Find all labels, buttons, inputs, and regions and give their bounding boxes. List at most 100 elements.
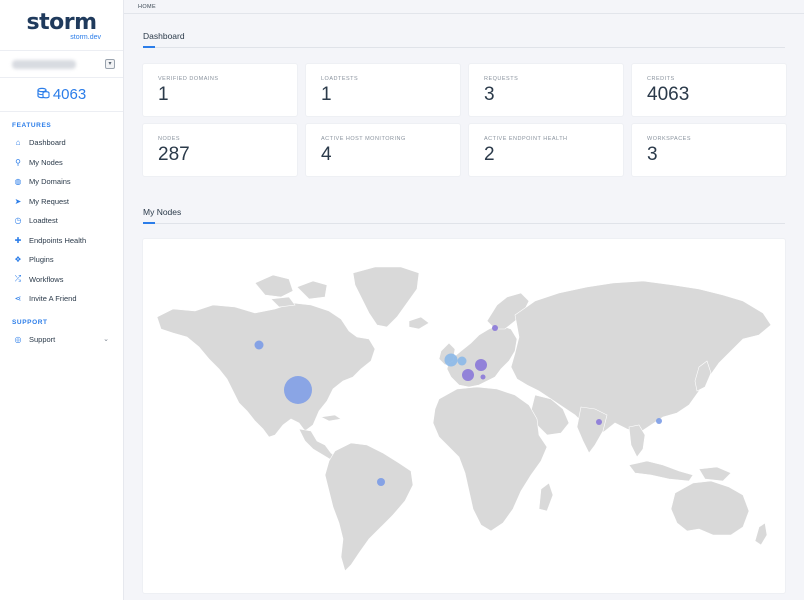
sidebar: storm storm.dev ▾ 4063 FEATURES ⌂ Dashboa…: [0, 0, 124, 600]
chevron-down-icon[interactable]: ▾: [105, 59, 115, 69]
land-iceland: [408, 316, 430, 330]
land-australia: [670, 480, 750, 536]
node-bubble-netherlands[interactable]: [457, 356, 467, 366]
node-bubble-usa[interactable]: [284, 376, 312, 404]
stat-card-value: 2: [484, 144, 495, 165]
land-south-america: [324, 442, 414, 572]
sidebar-item-plugins[interactable]: ❖ Plugins: [0, 250, 123, 270]
node-bubble-france[interactable]: [462, 369, 474, 381]
nodes-map-card: [143, 239, 785, 593]
node-bubble-canada[interactable]: [254, 340, 264, 350]
life-ring-icon: ◎: [14, 334, 22, 344]
stat-card-credits[interactable]: CREDITS 4063: [632, 64, 786, 116]
stat-card-value: 4: [321, 144, 332, 165]
stat-card-value: 3: [484, 84, 495, 105]
land-masses: [156, 266, 772, 572]
stat-card-nodes[interactable]: NODES 287: [143, 124, 297, 176]
node-bubble-germany[interactable]: [475, 359, 487, 371]
dashboard-divider: [143, 47, 785, 48]
stat-card-requests[interactable]: REQUESTS 3: [469, 64, 623, 116]
sidebar-item-label: Endpoints Health: [29, 235, 87, 245]
stat-card-value: 1: [158, 84, 169, 105]
stat-card-workspaces[interactable]: WORKSPACES 3: [632, 124, 786, 176]
sidebar-item-label: Support: [29, 334, 56, 344]
brand-logo[interactable]: storm storm.dev: [0, 0, 123, 48]
land-new-zealand: [754, 522, 768, 546]
breadcrumb: HOME: [124, 0, 804, 14]
clock-icon: ◷: [14, 216, 22, 226]
random-icon: ⤮: [14, 274, 22, 284]
stat-card-verified-domains[interactable]: VERIFIED DOMAINS 1: [143, 64, 297, 116]
sidebar-item-my-request[interactable]: ➤ My Request: [0, 192, 123, 212]
account-switcher[interactable]: ▾: [0, 50, 123, 78]
land-arctic-islands-2: [296, 280, 328, 300]
breadcrumb-home[interactable]: HOME: [138, 4, 156, 10]
globe-icon: ◍: [14, 177, 22, 187]
features-section-label: FEATURES: [12, 122, 52, 129]
land-new-guinea: [698, 466, 732, 482]
stat-card-value: 1: [321, 84, 332, 105]
land-madagascar: [538, 482, 554, 512]
sidebar-item-label: Workflows: [29, 274, 64, 284]
nodes-title: My Nodes: [143, 207, 182, 217]
land-indonesia: [628, 460, 694, 482]
nodes-accent: [143, 222, 155, 224]
chevron-down-icon[interactable]: ⌄: [103, 335, 109, 343]
land-greenland: [352, 266, 420, 328]
stat-card-value: 3: [647, 144, 658, 165]
world-map[interactable]: [143, 239, 785, 593]
land-north-america: [156, 302, 376, 438]
stat-card-label: CREDITS: [647, 76, 675, 82]
brand-subtitle: storm.dev: [70, 34, 101, 41]
medkit-icon: ✚: [14, 235, 22, 245]
stat-card-label: LOADTESTS: [321, 76, 359, 82]
stat-card-label: REQUESTS: [484, 76, 519, 82]
stat-card-value: 4063: [647, 84, 690, 105]
sidebar-item-label: My Nodes: [29, 157, 63, 167]
land-arctic-islands-3: [270, 296, 296, 308]
dashboard-title: Dashboard: [143, 31, 185, 41]
brand-name: storm: [26, 10, 98, 35]
home-icon: ⌂: [15, 138, 21, 148]
node-bubble-india[interactable]: [596, 419, 602, 425]
stat-card-value: 287: [158, 144, 190, 165]
land-africa: [432, 386, 548, 532]
sitemap-icon: ⚲: [15, 157, 21, 167]
sidebar-item-endpoints-health[interactable]: ✚ Endpoints Health: [0, 231, 123, 251]
credits-value: 4063: [52, 86, 87, 103]
dashboard-accent: [143, 46, 155, 48]
sidebar-item-support[interactable]: ◎ Support ⌄: [0, 330, 123, 350]
sidebar-item-workflows[interactable]: ⤮ Workflows: [0, 270, 123, 290]
sidebar-item-label: Invite A Friend: [29, 294, 77, 304]
sidebar-item-label: My Domains: [29, 177, 71, 187]
stat-card-label: ACTIVE HOST MONITORING: [321, 136, 406, 142]
sidebar-item-label: Loadtest: [29, 216, 58, 226]
sidebar-item-label: My Request: [29, 196, 70, 206]
sidebar-item-my-nodes[interactable]: ⚲ My Nodes: [0, 153, 123, 173]
stat-card-loadtests[interactable]: LOADTESTS 1: [306, 64, 460, 116]
node-bubble-brazil[interactable]: [377, 478, 385, 486]
stat-card-active-endpoint-health[interactable]: ACTIVE ENDPOINT HEALTH 2: [469, 124, 623, 176]
node-bubble-uk[interactable]: [444, 353, 458, 367]
nodes-divider: [143, 223, 785, 224]
node-bubble-hong-kong[interactable]: [656, 418, 662, 424]
stat-card-active-host-monitoring[interactable]: ACTIVE HOST MONITORING 4: [306, 124, 460, 176]
support-section-label: SUPPORT: [12, 318, 48, 326]
main-content: HOME Dashboard VERIFIED DOMAINS 1 LOADTEST…: [124, 0, 804, 600]
sidebar-item-label: Dashboard: [29, 138, 66, 148]
sidebar-item-loadtest[interactable]: ◷ Loadtest: [0, 211, 123, 231]
account-name-blurred: [12, 60, 76, 69]
stat-card-label: WORKSPACES: [647, 136, 692, 142]
coins-icon: [37, 87, 50, 102]
land-india: [576, 406, 608, 454]
stat-card-label: ACTIVE ENDPOINT HEALTH: [484, 136, 568, 142]
node-bubble-sweden[interactable]: [492, 325, 498, 331]
node-bubble-switzerland[interactable]: [480, 374, 486, 380]
cubes-icon: ❖: [14, 255, 22, 265]
sidebar-item-invite-a-friend[interactable]: ⋖ Invite A Friend: [0, 289, 123, 309]
share-icon: ⋖: [14, 294, 22, 304]
sidebar-item-my-domains[interactable]: ◍ My Domains: [0, 172, 123, 192]
stat-card-label: VERIFIED DOMAINS: [158, 76, 219, 82]
sidebar-item-dashboard[interactable]: ⌂ Dashboard: [0, 133, 123, 153]
stat-card-label: NODES: [158, 136, 181, 142]
